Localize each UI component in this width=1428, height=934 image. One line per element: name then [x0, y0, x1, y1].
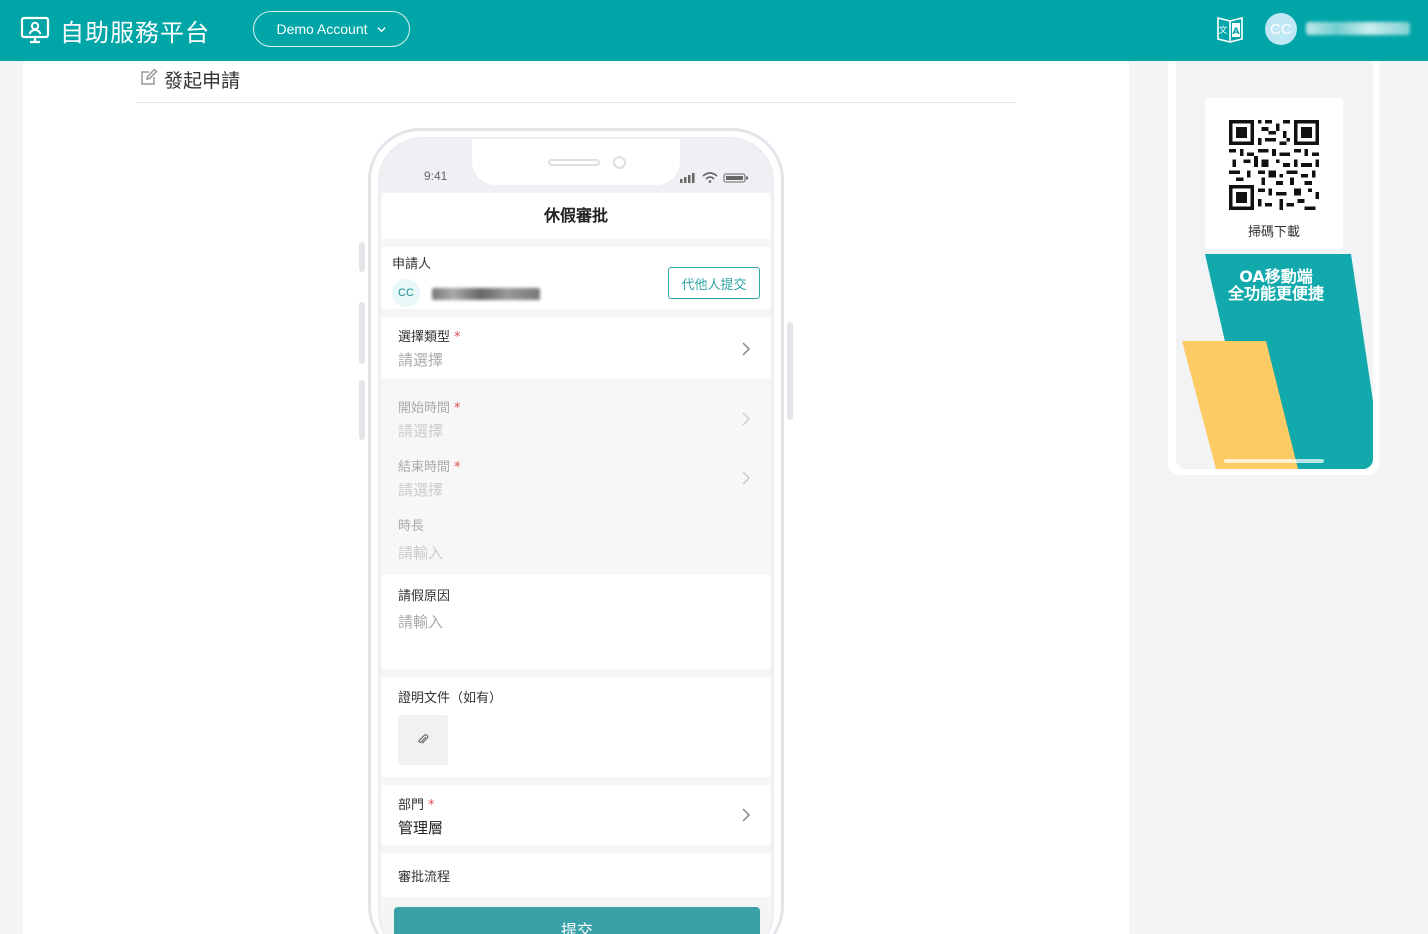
- required-mark: *: [428, 798, 435, 813]
- phone-side-button: [359, 302, 365, 364]
- speaker-icon: [548, 159, 600, 166]
- required-mark: *: [454, 401, 461, 416]
- applicant-label: 申請人: [392, 257, 432, 272]
- page-header: 發起申請: [137, 62, 1015, 103]
- applicant-name-blurred: [432, 288, 540, 300]
- chevron-down-icon: [376, 26, 386, 32]
- duration-placeholder: 請輸入: [398, 544, 444, 562]
- promo-line-1: OA移動端: [1239, 267, 1313, 286]
- attachment-section: 證明文件（如有）: [382, 677, 770, 777]
- end-time-label: 結束時間 *: [398, 460, 461, 475]
- user-name-blurred[interactable]: [1306, 22, 1410, 35]
- user-avatar[interactable]: CC: [1265, 13, 1297, 45]
- account-switcher-button[interactable]: Demo Account: [253, 11, 410, 47]
- required-mark: *: [454, 460, 461, 475]
- phone-side-button: [359, 242, 365, 272]
- chevron-right-icon: [742, 471, 751, 485]
- account-label: Demo Account: [276, 21, 368, 37]
- leave-form-screen: 休假審批 申請人 CC 代他人提交 選擇類型 * 請選擇 開始時間 * 請選擇 結束…: [382, 193, 770, 934]
- applicant-avatar: CC: [392, 279, 420, 307]
- status-icons: [680, 172, 748, 183]
- leave-type-placeholder: 請選擇: [398, 351, 444, 369]
- promo-line-2: 全功能更便捷: [1227, 284, 1324, 303]
- mobile-ad: 掃碼下載 OA移動端 全功能更便捷: [1176, 61, 1373, 469]
- start-time-placeholder: 請選擇: [398, 422, 444, 440]
- upload-button[interactable]: [398, 715, 448, 765]
- approval-flow-label: 審批流程: [398, 870, 451, 885]
- reason-label: 請假原因: [398, 589, 451, 604]
- top-bar: 自助服務平台 Demo Account A 文 CC: [0, 0, 1428, 61]
- chevron-right-icon: [742, 412, 751, 426]
- camera-icon: [613, 156, 626, 169]
- applicant-section: 申請人 CC 代他人提交: [382, 247, 770, 309]
- page-title: 發起申請: [164, 70, 241, 92]
- department-field[interactable]: 部門 * 管理層: [382, 785, 770, 845]
- reason-placeholder: 請輸入: [398, 613, 444, 631]
- qr-card: 掃碼下載: [1205, 98, 1343, 250]
- phone-side-button: [359, 380, 365, 440]
- phone-screen: 9:41 休假審批 申請人 CC 代他人提交 選擇類型 * 請選擇 開始時間 *…: [378, 137, 774, 934]
- qr-code-icon[interactable]: [1229, 120, 1319, 210]
- chevron-right-icon: [742, 808, 751, 822]
- nav-title: 休假審批: [382, 193, 770, 239]
- reason-field[interactable]: 請假原因 請輸入: [382, 575, 770, 669]
- phone-notch: [472, 139, 680, 185]
- time-range-section: 開始時間 * 請選擇 結束時間 * 請選擇 時長 請輸入: [382, 387, 770, 575]
- status-bar: 9:41: [380, 139, 772, 193]
- chevron-right-icon: [742, 342, 751, 356]
- svg-text:文: 文: [1218, 24, 1227, 36]
- leave-type-label: 選擇類型 *: [398, 330, 461, 345]
- department-value: 管理層: [398, 819, 444, 837]
- phone-side-button: [787, 322, 793, 420]
- submit-for-others-button[interactable]: 代他人提交: [668, 267, 760, 299]
- required-mark: *: [454, 330, 461, 345]
- attachment-label: 證明文件（如有）: [398, 691, 503, 706]
- edit-icon: [141, 68, 158, 85]
- end-time-placeholder: 請選擇: [398, 481, 444, 499]
- duration-label: 時長: [398, 519, 425, 534]
- submit-button[interactable]: 提交: [394, 907, 760, 934]
- promo-text: OA移動端 全功能更便捷: [1216, 268, 1336, 302]
- leave-type-field[interactable]: 選擇類型 * 請選擇: [382, 317, 770, 379]
- qr-download-label: 掃碼下載: [1247, 225, 1300, 240]
- home-indicator: [1224, 459, 1324, 463]
- svg-text:A: A: [1233, 27, 1240, 37]
- translate-icon[interactable]: A 文: [1214, 14, 1246, 46]
- approval-flow-section: 審批流程: [382, 853, 770, 897]
- monitor-logo-icon: [20, 16, 50, 44]
- paperclip-icon: [418, 734, 429, 744]
- status-time: 9:41: [424, 169, 448, 183]
- department-label: 部門 *: [398, 798, 435, 813]
- start-time-label: 開始時間 *: [398, 401, 461, 416]
- app-title: 自助服務平台: [60, 19, 210, 47]
